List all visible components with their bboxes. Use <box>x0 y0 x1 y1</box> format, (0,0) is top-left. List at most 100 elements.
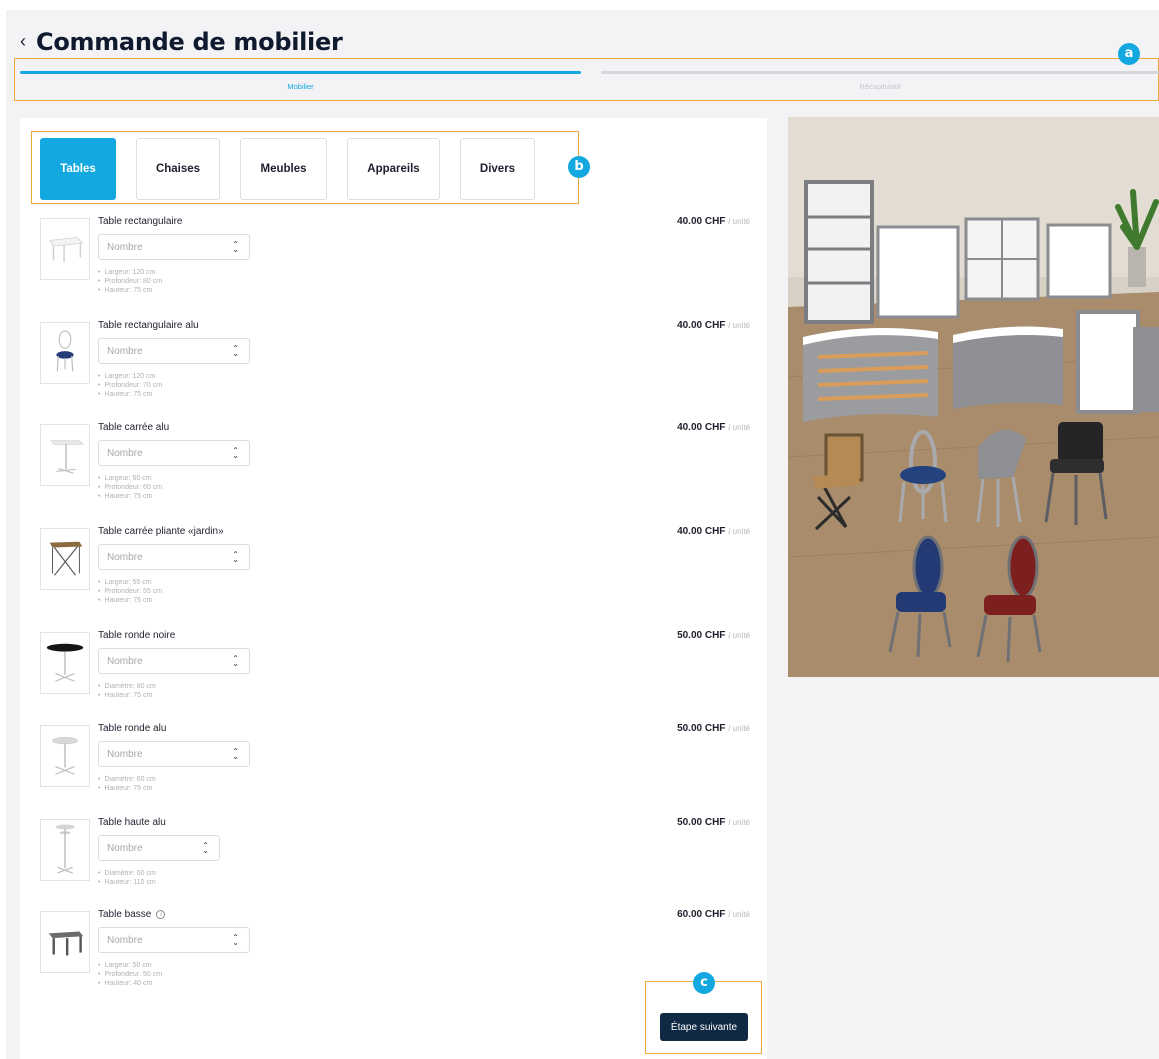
spec-item: Diamètre: 80 cm <box>98 682 155 691</box>
quantity-select[interactable]: Nombre ⌃ ⌄ <box>98 741 250 767</box>
spec-item: Hauteur: 75 cm <box>98 390 162 399</box>
quantity-placeholder: Nombre <box>107 748 143 760</box>
product-name: Table basse i <box>98 909 166 920</box>
folding-table-image <box>49 541 83 576</box>
spec-item: Largeur: 60 cm <box>98 474 162 483</box>
annotation-box-b <box>31 131 579 204</box>
up-down-chevron-icon: ⌃ ⌄ <box>232 240 239 254</box>
coffee-table-image <box>48 931 84 956</box>
quantity-select[interactable]: Nombre ⌃ ⌄ <box>98 544 250 570</box>
product-name: Table ronde alu <box>98 723 167 734</box>
quantity-select[interactable]: Nombre ⌃ ⌄ <box>98 338 250 364</box>
product-name: Table ronde noire <box>98 630 176 641</box>
spec-item: Profondeur: 70 cm <box>98 381 162 390</box>
product-specs: Largeur: 120 cm Profondeur: 70 cm Hauteu… <box>98 372 162 399</box>
product-thumbnail <box>40 528 90 590</box>
product-name: Table rectangulaire alu <box>98 320 199 331</box>
spec-item: Diamètre: 60 cm <box>98 775 155 784</box>
product-price: 40.00 CHF / unité <box>677 422 750 433</box>
product-specs: Diamètre: 80 cm Hauteur: 75 cm <box>98 682 156 700</box>
quantity-select[interactable]: Nombre ⌃ ⌄ <box>98 648 250 674</box>
product-name: Table haute alu <box>98 817 166 828</box>
spec-item: Hauteur: 75 cm <box>98 492 162 501</box>
chair-image <box>56 330 74 372</box>
quantity-placeholder: Nombre <box>107 241 143 253</box>
step-label-recapitulatif[interactable]: Récapitulatif <box>601 82 1159 91</box>
product-price: 50.00 CHF / unité <box>677 630 750 641</box>
annotation-badge-c: c <box>693 972 715 994</box>
up-down-chevron-icon: ⌃ ⌄ <box>202 841 209 855</box>
product-thumbnail <box>40 632 90 694</box>
product-thumbnail <box>40 819 90 881</box>
spec-item: Profondeur: 60 cm <box>98 483 162 492</box>
spec-item: Diamètre: 60 cm <box>98 869 155 878</box>
square-table-image <box>49 440 84 474</box>
back-chevron-icon[interactable]: ‹ <box>20 32 26 50</box>
rectangular-table-image <box>48 237 84 263</box>
spec-item: Largeur: 120 cm <box>98 268 162 277</box>
furniture-showroom-image <box>788 117 1159 677</box>
showroom-illustration <box>788 117 1159 677</box>
spec-item: Largeur: 50 cm <box>98 961 162 970</box>
product-name: Table rectangulaire <box>98 216 183 227</box>
product-price: 60.00 CHF / unité <box>677 909 750 920</box>
product-name: Table carrée alu <box>98 422 170 433</box>
step-bar-recapitulatif <box>601 71 1159 74</box>
step-bar-mobilier <box>20 71 581 74</box>
product-specs: Largeur: 60 cm Profondeur: 60 cm Hauteur… <box>98 474 162 501</box>
product-thumbnail <box>40 322 90 384</box>
product-name: Table carrée pliante «jardin» <box>98 526 224 537</box>
high-table-image <box>55 824 75 874</box>
quantity-select[interactable]: Nombre ⌃ ⌄ <box>98 927 250 953</box>
step-label-mobilier[interactable]: Mobilier <box>20 82 581 91</box>
up-down-chevron-icon: ⌃ ⌄ <box>232 933 239 947</box>
product-thumbnail <box>40 725 90 787</box>
product-price: 40.00 CHF / unité <box>677 320 750 331</box>
progress-stepper: Mobilier Récapitulatif <box>20 70 1159 96</box>
quantity-select[interactable]: Nombre ⌃ ⌄ <box>98 835 220 861</box>
product-thumbnail <box>40 218 90 280</box>
product-specs: Largeur: 55 cm Profondeur: 55 cm Hauteur… <box>98 578 162 605</box>
up-down-chevron-icon: ⌃ ⌄ <box>232 747 239 761</box>
spec-item: Largeur: 120 cm <box>98 372 162 381</box>
product-specs: Largeur: 50 cm Profondeur: 50 cm Hauteur… <box>98 961 162 988</box>
quantity-placeholder: Nombre <box>107 447 143 459</box>
round-alu-table-image <box>52 736 78 775</box>
product-thumbnail <box>40 424 90 486</box>
up-down-chevron-icon: ⌃ ⌄ <box>232 654 239 668</box>
header: ‹ Commande de mobilier <box>20 28 343 56</box>
product-panel: Tables Chaises Meubles Appareils Divers … <box>20 118 767 1059</box>
spec-item: Profondeur: 50 cm <box>98 970 162 979</box>
quantity-placeholder: Nombre <box>107 934 143 946</box>
spec-item: Hauteur: 75 cm <box>98 691 156 700</box>
product-specs: Diamètre: 60 cm Hauteur: 110 cm <box>98 869 155 887</box>
spec-item: Profondeur: 55 cm <box>98 587 162 596</box>
annotation-badge-a: a <box>1118 43 1140 65</box>
product-specs: Largeur: 120 cm Profondeur: 80 cm Hauteu… <box>98 268 162 295</box>
quantity-placeholder: Nombre <box>107 842 143 854</box>
spec-item: Largeur: 55 cm <box>98 578 162 587</box>
quantity-select[interactable]: Nombre ⌃ ⌄ <box>98 440 250 466</box>
product-price: 40.00 CHF / unité <box>677 216 750 227</box>
spec-item: Profondeur: 80 cm <box>98 277 162 286</box>
up-down-chevron-icon: ⌃ ⌄ <box>232 550 239 564</box>
spec-item: Hauteur: 75 cm <box>98 596 162 605</box>
annotation-badge-b: b <box>568 156 590 178</box>
spec-item: Hauteur: 75 cm <box>98 286 162 295</box>
product-specs: Diamètre: 60 cm Hauteur: 75 cm <box>98 775 156 793</box>
up-down-chevron-icon: ⌃ ⌄ <box>232 446 239 460</box>
product-price: 50.00 CHF / unité <box>677 817 750 828</box>
quantity-placeholder: Nombre <box>107 345 143 357</box>
up-down-chevron-icon: ⌃ ⌄ <box>232 344 239 358</box>
info-icon[interactable]: i <box>156 910 166 919</box>
product-price: 40.00 CHF / unité <box>677 526 750 537</box>
page-title: Commande de mobilier <box>36 28 343 56</box>
quantity-placeholder: Nombre <box>107 655 143 667</box>
spec-item: Hauteur: 75 cm <box>98 784 156 793</box>
quantity-select[interactable]: Nombre ⌃ ⌄ <box>98 234 250 260</box>
quantity-placeholder: Nombre <box>107 551 143 563</box>
round-black-table-image <box>46 643 84 682</box>
product-thumbnail <box>40 911 90 973</box>
product-price: 50.00 CHF / unité <box>677 723 750 734</box>
spec-item: Hauteur: 40 cm <box>98 979 162 988</box>
